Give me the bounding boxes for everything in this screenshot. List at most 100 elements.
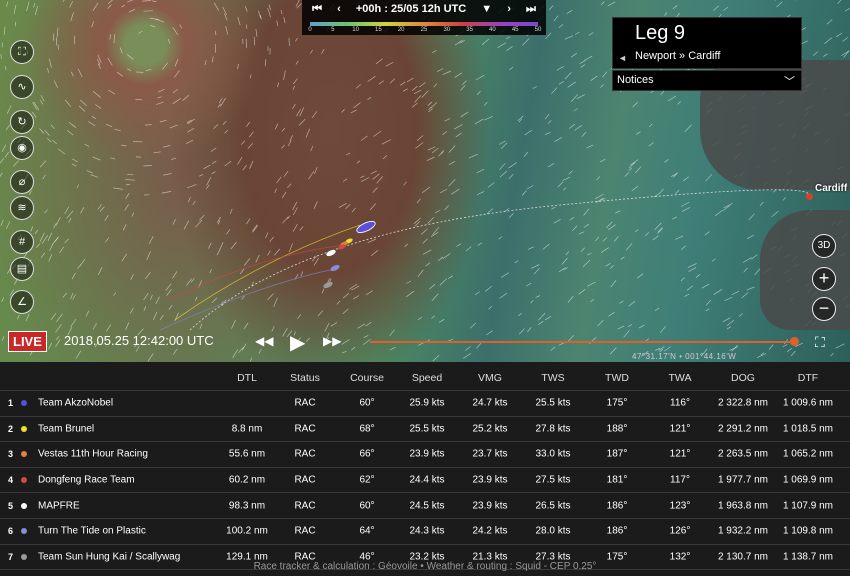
team-color-dot — [21, 528, 27, 535]
notices-dropdown[interactable]: Notices ﹀ — [612, 70, 802, 91]
cell-twa: 121° — [669, 423, 691, 435]
table-header: DTL Status Course Speed VMG TWS TWD TWA … — [0, 366, 850, 391]
leg-route: Newport » Cardiff — [635, 50, 721, 62]
team-name[interactable]: MAPFRE — [38, 500, 80, 511]
view-3d-button[interactable]: 3D — [812, 234, 836, 258]
cursor-coordinates: 47°31.17'N • 001°44.16'W — [632, 352, 737, 361]
cell-twd: 187° — [606, 448, 628, 460]
boat-turn-the-tide — [330, 264, 340, 272]
header-speed[interactable]: Speed — [402, 372, 452, 384]
previous-icon[interactable]: ‹ — [337, 3, 341, 15]
grid-icon[interactable]: # — [10, 230, 34, 254]
caret-down-icon[interactable]: ▼ — [481, 3, 492, 15]
row-rank: 4 — [8, 475, 14, 486]
cell-status: RAC — [294, 500, 316, 512]
chevron-down-icon: ﹀ — [784, 76, 795, 88]
leg-title: Leg 9 — [635, 22, 686, 44]
next-icon[interactable]: › — [507, 3, 511, 15]
replay-progress-bar[interactable] — [370, 341, 795, 343]
header-twd[interactable]: TWD — [592, 372, 642, 384]
wind-scale-label: 35 — [466, 27, 473, 33]
wind-scale-label: 45 — [511, 27, 519, 33]
cell-dog: 1 977.7 nm — [717, 474, 769, 486]
forecast-time-label: +00h : 25/05 12h UTC — [355, 3, 467, 15]
cell-dog: 2 291.2 nm — [717, 423, 769, 435]
team-name[interactable]: Team AkzoNobel — [38, 398, 113, 409]
team-name[interactable]: Vestas 11th Hour Racing — [38, 449, 148, 460]
header-tws[interactable]: TWS — [527, 372, 579, 384]
wind-scale-label: 5 — [331, 27, 335, 33]
wind-map[interactable]: ⛶ ∿ ↻ ◉ ⌀ ≋ # ▤ ∠ ⏮ ‹ +00h : 25/05 12h UTC ▼ › ⏭… — [0, 0, 850, 362]
fullscreen-icon[interactable]: ⛶ — [815, 334, 825, 351]
cell-dtf: 1 065.2 nm — [782, 448, 834, 460]
boat-akzonobel — [356, 221, 376, 233]
table-row[interactable]: 2 Team Brunel 8.8 nm RAC 68° 25.5 kts 25.2 kts… — [0, 417, 850, 443]
cell-twa: 126° — [669, 525, 691, 537]
team-color-dot — [21, 477, 27, 484]
zoom-in-button[interactable]: + — [812, 267, 836, 291]
cell-twd: 188° — [606, 423, 628, 435]
team-color-dot — [21, 400, 27, 407]
table-row[interactable]: 4 Dongfeng Race Team 60.2 nm RAC 62° 24.4 kts… — [0, 468, 850, 494]
cell-dtl: 98.3 nm — [228, 500, 266, 512]
header-vmg[interactable]: VMG — [465, 372, 515, 384]
header-dtl[interactable]: DTL — [222, 372, 272, 384]
cell-twd: 181° — [606, 474, 628, 486]
cell-dog: 2 263.5 nm — [717, 448, 769, 460]
route-icon[interactable]: ∿ — [10, 75, 34, 99]
wind-icon[interactable]: ≋ — [10, 196, 34, 220]
cell-status: RAC — [294, 474, 316, 486]
wind-scale-label: 30 — [443, 27, 451, 33]
rewind-icon[interactable]: ◀◀ — [255, 334, 273, 348]
table-row[interactable]: 5 MAPFRE 98.3 nm RAC 60° 24.5 kts 23.9 kts 26.5… — [0, 493, 850, 519]
cell-course: 66° — [359, 448, 375, 460]
book-icon[interactable]: ⛶ — [10, 40, 34, 64]
cell-dog: 1 932.2 nm — [717, 525, 769, 537]
skip-last-icon[interactable]: ⏭ — [526, 3, 536, 16]
cell-dtf: 1 018.5 nm — [782, 423, 834, 435]
cell-dtl: 8.8 nm — [231, 423, 263, 435]
cell-status: RAC — [294, 525, 316, 537]
table-row[interactable]: 1 Team AkzoNobel RAC 60° 25.9 kts 24.7 kts 25.… — [0, 391, 850, 417]
cell-dog: 1 963.8 nm — [717, 500, 769, 512]
location-icon[interactable]: ◉ — [10, 136, 34, 160]
keyboard-icon[interactable]: ▤ — [10, 257, 34, 281]
boat-scallywag — [323, 281, 333, 289]
play-icon[interactable]: ▶ — [290, 330, 305, 355]
cell-twa: 121° — [669, 448, 691, 460]
cell-tws: 27.8 kts — [535, 423, 571, 435]
track-icon[interactable]: ↻ — [10, 110, 34, 134]
chart-icon[interactable]: ∠ — [10, 290, 34, 314]
wind-scale-label: 20 — [397, 27, 405, 33]
cell-vmg: 23.7 kts — [472, 448, 508, 460]
cell-vmg: 25.2 kts — [472, 423, 508, 435]
zoom-out-button[interactable]: − — [812, 297, 836, 321]
cell-speed: 24.5 kts — [409, 500, 445, 512]
header-twa[interactable]: TWA — [655, 372, 705, 384]
team-color-dot — [21, 425, 27, 432]
header-status[interactable]: Status — [280, 372, 330, 384]
footer-credits: Race tracker & calculation : Géovoile • … — [253, 561, 597, 572]
compass-icon[interactable]: ⌀ — [10, 170, 34, 194]
cell-twd: 175° — [606, 397, 628, 409]
replay-progress-handle[interactable] — [790, 337, 799, 346]
city-label-cardiff: Cardiff — [815, 183, 848, 194]
team-name[interactable]: Team Brunel — [38, 423, 94, 434]
live-button[interactable]: LIVE — [8, 331, 47, 352]
header-dtf[interactable]: DTF — [778, 372, 838, 384]
table-row[interactable]: 6 Turn The Tide on Plastic 100.2 nm RAC 64° 2… — [0, 519, 850, 545]
cell-twa: 123° — [669, 500, 691, 512]
team-name[interactable]: Turn The Tide on Plastic — [38, 526, 146, 537]
cell-status: RAC — [294, 423, 316, 435]
wind-scale-label: 25 — [420, 27, 428, 33]
row-rank: 3 — [8, 449, 14, 460]
skip-first-icon[interactable]: ⏮ — [312, 3, 322, 16]
team-name[interactable]: Dongfeng Race Team — [38, 475, 135, 486]
table-row[interactable]: 3 Vestas 11th Hour Racing 55.6 nm RAC 66° 23.… — [0, 442, 850, 468]
header-course[interactable]: Course — [342, 372, 392, 384]
header-dog[interactable]: DOG — [712, 372, 774, 384]
leg-back-icon[interactable]: ◄ — [618, 53, 627, 63]
fast-forward-icon[interactable]: ▶▶ — [323, 334, 341, 348]
finish-marker — [806, 193, 813, 200]
cell-tws: 25.5 kts — [535, 397, 571, 409]
